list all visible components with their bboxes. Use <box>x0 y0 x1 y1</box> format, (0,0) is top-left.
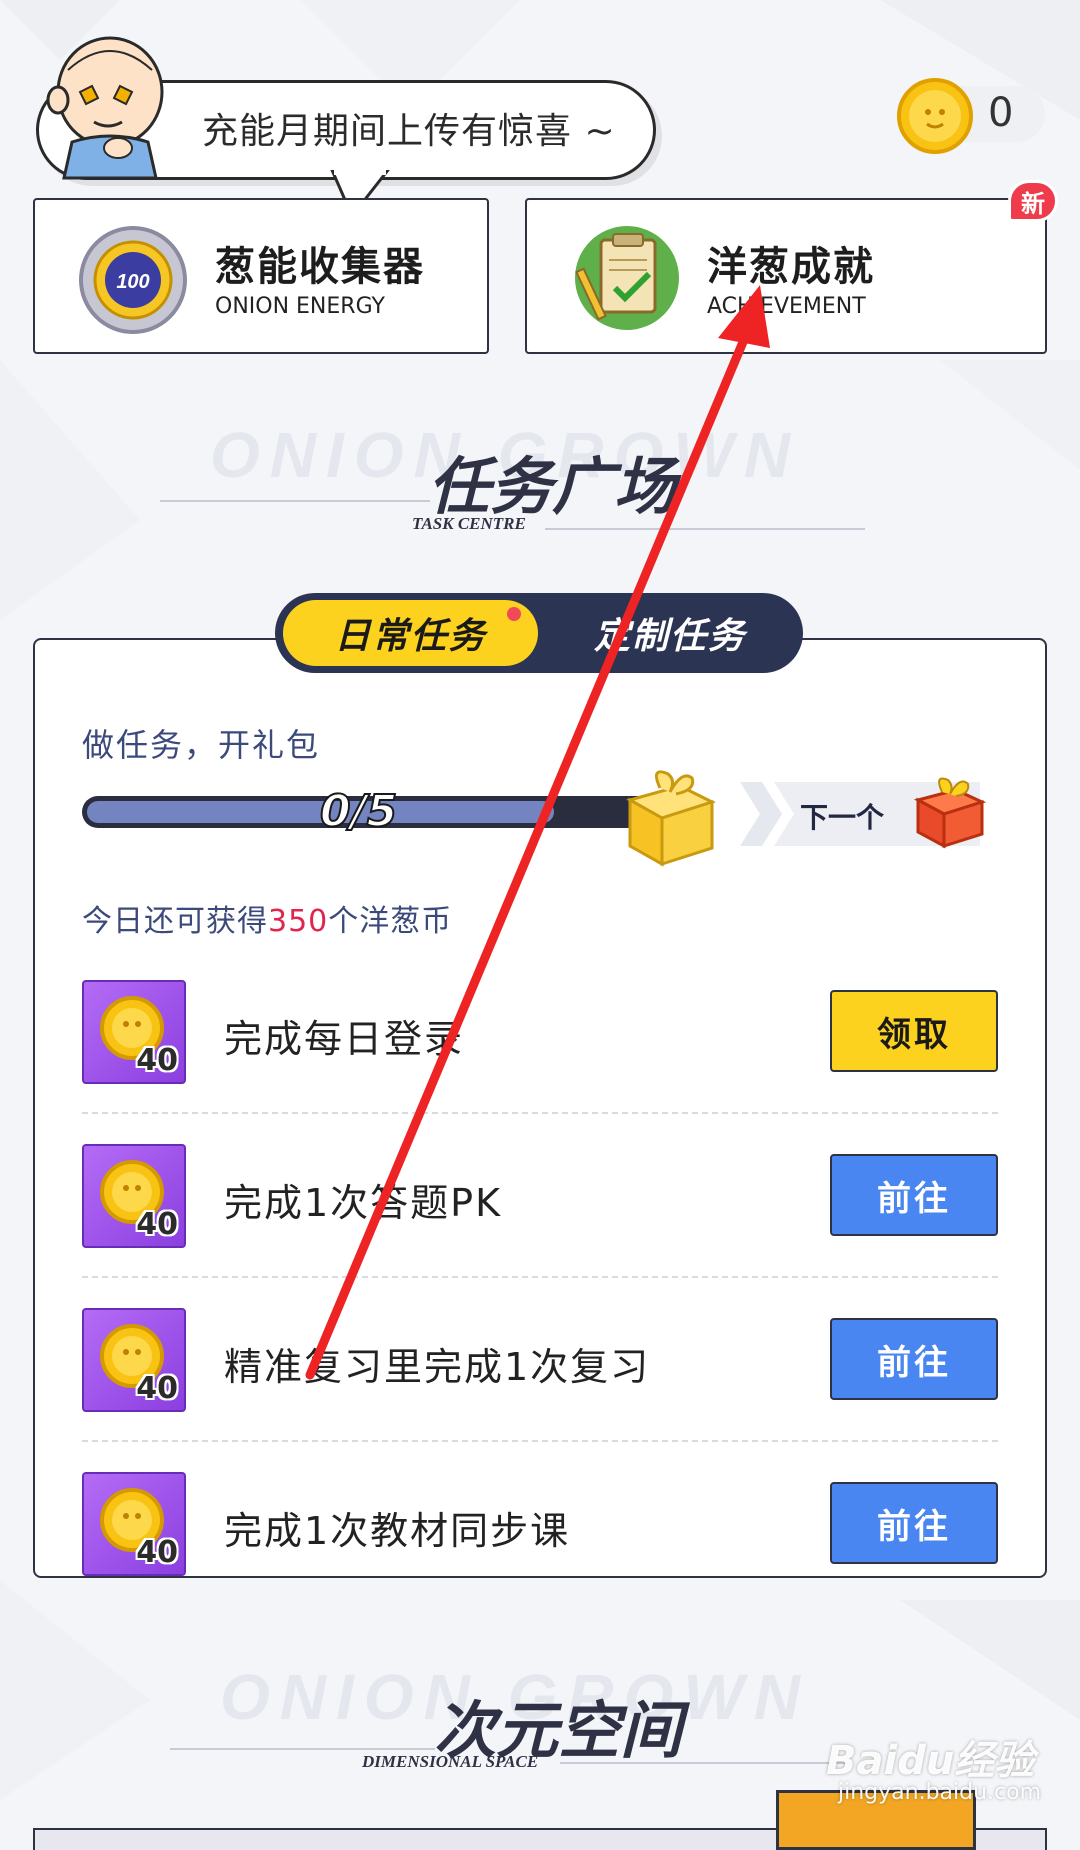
achievement-card-subtitle: ACHIEVEMENT <box>707 294 866 319</box>
earn-suffix: 个洋葱币 <box>328 904 453 939</box>
task-label: 完成1次教材同步课 <box>224 1509 571 1553</box>
heading-line-left <box>170 1748 435 1750</box>
go-button[interactable]: 前往 <box>830 1482 998 1564</box>
reward-amount: 40 <box>136 1043 178 1078</box>
achievement-clipboard-icon <box>575 226 679 330</box>
dimensional-space-subtitle: DIMENSIONAL SPACE <box>362 1752 539 1771</box>
tab-daily-tasks[interactable]: 日常任务 <box>283 600 538 666</box>
task-divider <box>82 1112 998 1114</box>
announcement-text: 充能月期间上传有惊喜 ~ <box>202 111 616 152</box>
baidu-url: jingyan.baidu.com <box>838 1780 1042 1805</box>
next-reward-label: 下一个 <box>800 801 885 834</box>
panel-label: 做任务，开礼包 <box>82 726 321 764</box>
task-tabs: 日常任务 定制任务 <box>275 593 803 673</box>
task-centre-title: 任务广场 <box>428 450 677 523</box>
new-badge: 新 <box>1008 180 1058 222</box>
coin-reward-icon: 40 <box>82 1472 186 1576</box>
claim-button[interactable]: 领取 <box>830 990 998 1072</box>
task-label: 精准复习里完成1次复习 <box>224 1345 651 1389</box>
energy-card-title: 葱能收集器 <box>215 244 425 290</box>
task-divider <box>82 1440 998 1442</box>
earn-amount: 350 <box>268 904 329 939</box>
task-label: 完成每日登录 <box>224 1017 465 1061</box>
coin-icon <box>897 78 973 154</box>
task-row: 40 精准复习里完成1次复习 前往 <box>82 1308 1002 1438</box>
task-label: 完成1次答题PK <box>224 1181 503 1225</box>
notification-dot <box>507 607 521 621</box>
heading-line-left <box>160 500 430 502</box>
task-centre-subtitle: TASK CENTRE <box>412 514 526 533</box>
task-row: 40 完成每日登录 领取 <box>82 980 1002 1110</box>
reward-amount: 40 <box>136 1535 178 1570</box>
energy-card-subtitle: ONION ENERGY <box>215 294 385 319</box>
achievement-card-title: 洋葱成就 <box>707 244 875 290</box>
coin-count: 0 <box>988 90 1014 136</box>
reward-amount: 40 <box>136 1371 178 1406</box>
baidu-logo-text: Baidu经验 <box>826 1738 1035 1784</box>
medal-value: 100 <box>116 271 149 293</box>
go-button[interactable]: 前往 <box>830 1154 998 1236</box>
go-button[interactable]: 前往 <box>830 1318 998 1400</box>
energy-medal-icon: 100 <box>79 226 187 334</box>
mascot-avatar-icon <box>46 36 164 180</box>
reward-amount: 40 <box>136 1207 178 1242</box>
earn-prefix: 今日还可获得 <box>82 904 268 939</box>
earn-summary: 今日还可获得350个洋葱币 <box>82 896 452 940</box>
task-row: 40 完成1次答题PK 前往 <box>82 1144 1002 1274</box>
baidu-watermark: Baidu经验 jingyan.baidu.com <box>826 1728 1041 1805</box>
coin-reward-icon: 40 <box>82 980 186 1084</box>
next-gift-icon <box>913 777 987 849</box>
heading-line-right <box>545 528 865 530</box>
task-row: 40 完成1次教材同步课 前往 <box>82 1472 1002 1602</box>
progress-text: 0/5 <box>319 785 398 838</box>
tab-custom-tasks[interactable]: 定制任务 <box>545 600 795 666</box>
onion-energy-card[interactable]: 100 葱能收集器 ONION ENERGY <box>33 198 489 354</box>
gift-box-icon[interactable] <box>620 760 720 870</box>
coin-reward-icon: 40 <box>82 1144 186 1248</box>
coin-reward-icon: 40 <box>82 1308 186 1412</box>
task-divider <box>82 1276 998 1278</box>
onion-achievement-card[interactable]: 洋葱成就 ACHIEVEMENT <box>525 198 1047 354</box>
